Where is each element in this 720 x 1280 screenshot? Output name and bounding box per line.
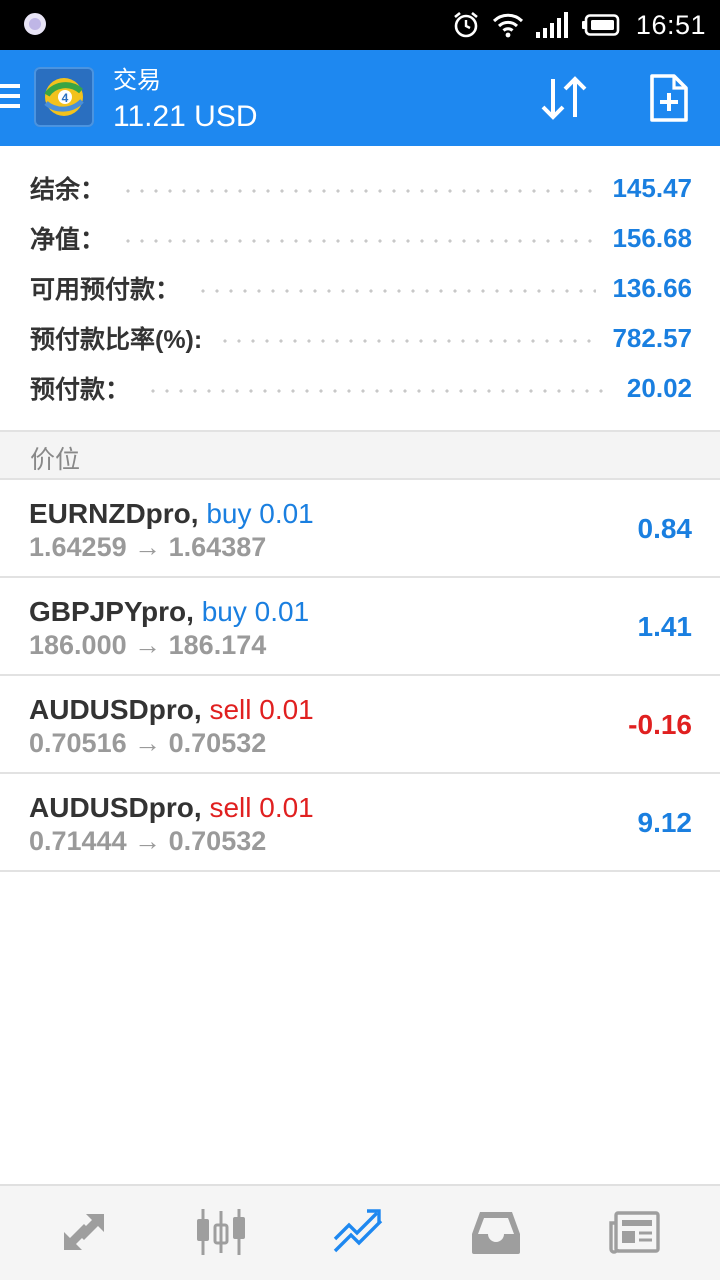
summary-row-balance: 结余： 145.47 [30,168,692,208]
position-row[interactable]: GBPJPYpro, buy 0.01 186.000 → 186.174 1.… [0,578,720,676]
account-profit: 11.21 USD [113,100,258,133]
position-action: sell 0.01 [209,694,314,725]
summary-value: 145.47 [612,172,692,203]
summary-label: 预付款： [30,376,131,404]
position-row[interactable]: AUDUSDpro, sell 0.01 0.71444 → 0.70532 9… [0,774,720,872]
notification-icon [24,13,46,35]
chart-icon [193,1207,249,1262]
current-price: 0.70532 [168,728,267,758]
summary-label: 预付款比率(%): [30,326,203,354]
nav-history[interactable] [464,1202,528,1266]
open-price: 0.70516 [29,728,127,758]
summary-row-margin-level: 预付款比率(%): 782.57 [30,318,692,358]
section-title: 价位 [30,446,81,474]
current-price: 0.70532 [168,826,267,856]
arrow-icon: → [134,630,162,660]
summary-row-equity: 净值： 156.68 [30,218,692,258]
summary-row-margin: 预付款： 20.02 [30,368,692,408]
current-price: 1.64387 [168,532,267,562]
current-price: 186.174 [168,630,267,660]
dot-leader [121,239,597,243]
bottom-nav [0,1184,720,1280]
open-price: 186.000 [29,630,127,660]
positions-list: EURNZDpro, buy 0.01 1.64259 → 1.64387 0.… [0,480,720,872]
sort-icon [538,75,590,126]
app-bar: 4 交易 11.21 USD [0,50,720,146]
summary-label: 净值： [30,226,106,254]
position-profit: 9.12 [637,807,693,838]
position-profit: -0.16 [628,709,692,740]
wifi-icon [492,12,524,38]
summary-label: 结余： [30,176,106,204]
position-symbol: EURNZDpro, [29,498,199,529]
nav-news[interactable] [602,1202,666,1266]
dot-leader [121,189,597,193]
news-icon [608,1209,660,1260]
new-order-icon [648,73,688,127]
position-symbol: GBPJPYpro, [29,596,194,627]
summary-value: 20.02 [626,372,692,403]
open-price: 1.64259 [29,532,127,562]
clock: 16:51 [635,9,706,40]
alarm-icon [452,11,480,39]
signal-icon [535,12,570,38]
arrow-icon: → [134,532,162,562]
position-action: buy 0.01 [206,498,314,529]
arrow-icon: → [134,728,162,758]
history-icon [470,1208,522,1261]
position-profit: 1.41 [637,611,693,642]
summary-value: 782.57 [612,322,692,353]
nav-chart[interactable] [189,1202,253,1266]
open-price: 0.71444 [29,826,127,856]
summary-value: 136.66 [612,272,692,303]
app-logo-icon[interactable]: 4 [34,67,94,127]
position-symbol: AUDUSDpro, [29,792,202,823]
dot-leader [146,389,611,393]
position-row[interactable]: EURNZDpro, buy 0.01 1.64259 → 1.64387 0.… [0,480,720,578]
battery-icon [581,14,620,36]
position-action: buy 0.01 [201,596,310,627]
nav-trade[interactable] [326,1202,390,1266]
position-action: sell 0.01 [209,792,314,823]
summary-row-free-margin: 可用预付款： 136.66 [30,268,692,308]
dot-leader [218,339,597,343]
position-profit: 0.84 [637,513,693,544]
dot-leader [196,289,597,293]
section-header: 价位 [0,430,720,480]
summary-label: 可用预付款： [30,276,181,304]
svg-text:4: 4 [62,91,69,105]
trade-icon [331,1207,385,1262]
position-row[interactable]: AUDUSDpro, sell 0.01 0.70516 → 0.70532 -… [0,676,720,774]
arrow-icon: → [134,826,162,856]
new-order-button[interactable] [640,72,696,128]
position-symbol: AUDUSDpro, [29,694,202,725]
account-summary: 结余： 145.47 净值： 156.68 可用预付款： 136.66 预付款比… [0,146,720,430]
menu-icon[interactable] [0,84,20,112]
nav-quotes[interactable] [52,1202,116,1266]
summary-value: 156.68 [612,222,692,253]
status-bar: 16:51 [0,0,720,50]
page-title: 交易 [113,67,161,94]
quotes-icon [58,1208,110,1261]
sort-button[interactable] [536,72,592,128]
